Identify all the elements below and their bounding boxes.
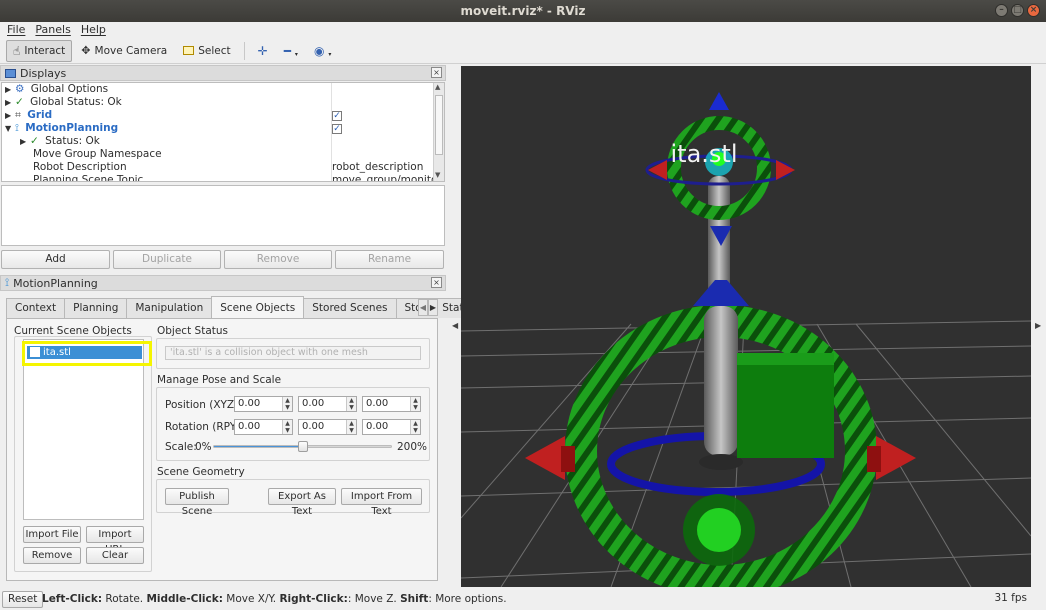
close-panel-icon[interactable]: × [431, 277, 442, 288]
close-panel-icon[interactable]: × [431, 67, 442, 78]
interaction-hint: Left-Click: Rotate. Middle-Click: Move X… [42, 593, 507, 605]
scene-geometry-label: Scene Geometry [157, 466, 245, 478]
status-bar: Reset Left-Click: Rotate. Middle-Click: … [0, 589, 1046, 610]
object-status-label: Object Status [157, 325, 228, 337]
interact-tool-button[interactable]: ☝ Interact [6, 39, 73, 62]
tree-row-global-status[interactable]: ▶ ✓ Global Status: Ok [2, 96, 434, 109]
import-url-button[interactable]: Import URL [86, 526, 144, 555]
tree-row-global-options[interactable]: ▶ ⚙ Global Options [2, 83, 434, 96]
scale-slider[interactable] [213, 441, 392, 452]
hand-pointer-icon: ☝ [13, 43, 21, 58]
tree-row-move-group-namespace[interactable]: Move Group Namespace [2, 148, 434, 161]
import-file-button[interactable]: Import File [23, 526, 81, 543]
scrollbar-thumb[interactable] [435, 95, 443, 155]
highlight-annotation [22, 341, 152, 366]
grid-icon: ⌗ [15, 109, 21, 121]
scene-objects-list: ita.stl [23, 339, 144, 520]
fps-counter: 31 fps [994, 592, 1027, 604]
tree-row-motion-planning[interactable]: ▼ ⟟ MotionPlanning ✓ [2, 122, 434, 135]
window-controls: – □ × [995, 4, 1040, 17]
scroll-up-icon[interactable]: ▲ [435, 83, 440, 91]
menu-help[interactable]: Help [81, 22, 106, 38]
scale-label: Scale: [165, 441, 197, 453]
menu-bar: File Panels Help [0, 22, 1046, 38]
tab-scroll-right-icon[interactable]: ▶ [428, 299, 438, 316]
eye-icon: ◉ [313, 43, 325, 58]
scale-max-label: 200% [397, 441, 428, 453]
tab-context[interactable]: Context [6, 298, 66, 318]
minimize-icon[interactable]: – [995, 4, 1008, 17]
rotation-roll-input[interactable]: 0.00 ▲ ▼ [234, 419, 293, 435]
collapse-right-icon[interactable]: ▶ [1035, 321, 1041, 330]
displays-tree: ▶ ⚙ Global Options ▶ ✓ Global Status: Ok ▶… [1, 82, 445, 182]
add-tool-button[interactable]: ✛ [251, 40, 275, 62]
tab-scroll-left-icon[interactable]: ◀ [418, 299, 428, 316]
window-title: moveit.rviz* - RViz [460, 4, 586, 18]
scale-slider-fill [214, 446, 303, 447]
scroll-down-icon[interactable]: ▼ [435, 171, 440, 179]
scale-min-label: 0% [195, 441, 212, 453]
gear-icon: ⚙ [15, 83, 25, 95]
menu-panels[interactable]: Panels [35, 22, 70, 38]
displays-panel-title: Displays × [0, 65, 446, 81]
collapse-left-icon[interactable]: ◀ [452, 321, 458, 330]
minus-icon: ━ [283, 43, 291, 58]
rotation-yaw-input[interactable]: 0.00 ▲ ▼ [362, 419, 421, 435]
position-z-input[interactable]: 0.00 ▲ ▼ [362, 396, 421, 412]
grid-enabled-checkbox[interactable]: ✓ [332, 111, 342, 121]
menu-file[interactable]: File [7, 22, 25, 38]
remove-display-button[interactable]: Remove [224, 250, 332, 269]
import-from-text-button[interactable]: Import From Text [341, 488, 422, 517]
plus-crosshair-icon: ✛ [257, 43, 268, 58]
select-tool-button[interactable]: Select [176, 40, 237, 62]
duplicate-display-button[interactable]: Duplicate [113, 250, 221, 269]
manage-pose-label: Manage Pose and Scale [157, 374, 282, 386]
tab-scene-objects[interactable]: Scene Objects [211, 296, 305, 318]
position-x-input[interactable]: 0.00 ▲ ▼ [234, 396, 293, 412]
position-label: Position (XYZ): [165, 399, 242, 411]
scene-object-label: ita.stl [671, 140, 738, 168]
move-camera-tool-button[interactable]: ✥ Move Camera [74, 40, 174, 62]
clear-objects-button[interactable]: Clear [86, 547, 144, 564]
scale-slider-handle[interactable] [298, 441, 308, 452]
tab-stored-scenes[interactable]: Stored Scenes [303, 298, 397, 318]
publish-scene-button[interactable]: Publish Scene [165, 488, 229, 517]
motion-planning-icon: ⟟ [5, 276, 10, 289]
close-icon[interactable]: × [1027, 4, 1040, 17]
checkmark-icon: ✓ [30, 135, 39, 147]
toolbar-separator [243, 41, 245, 60]
export-as-text-button[interactable]: Export As Text [268, 488, 336, 517]
monitor-icon [5, 68, 16, 78]
rotation-label: Rotation (RPY): [165, 421, 244, 433]
object-status-field: 'ita.stl' is a collision object with one… [165, 346, 421, 360]
checkmark-icon: ✓ [15, 96, 24, 108]
motion-planning-enabled-checkbox[interactable]: ✓ [332, 124, 342, 134]
maximize-icon[interactable]: □ [1011, 4, 1024, 17]
toolbar: ☝ Interact ✥ Move Camera Select ✛ ━ ▾ ◉ ▾ [0, 38, 1046, 64]
rename-display-button[interactable]: Rename [335, 250, 444, 269]
render-viewport[interactable]: ita.stl [461, 66, 1031, 587]
tree-row-planning-scene-topic[interactable]: Planning Scene Topic move_group/monitore [2, 174, 444, 181]
add-display-button[interactable]: Add [1, 250, 110, 269]
position-y-input[interactable]: 0.00 ▲ ▼ [298, 396, 357, 412]
tab-planning[interactable]: Planning [64, 298, 128, 318]
motion-planning-tabs: Context Planning Manipulation Scene Obje… [6, 296, 485, 318]
motion-planning-panel-title: ⟟ MotionPlanning × [0, 275, 446, 291]
tree-row-status-ok[interactable]: ▶ ✓ Status: Ok [2, 135, 434, 148]
view-tool-button[interactable]: ◉ ▾ [307, 40, 339, 62]
remove-tool-button[interactable]: ━ ▾ [277, 40, 305, 62]
move-camera-icon: ✥ [81, 44, 91, 57]
scene-render: ita.stl [461, 92, 1031, 587]
tree-row-grid[interactable]: ▶ ⌗ Grid ✓ [2, 109, 434, 122]
rotation-pitch-input[interactable]: 0.00 ▲ ▼ [298, 419, 357, 435]
select-box-icon [183, 46, 195, 55]
tab-manipulation[interactable]: Manipulation [126, 298, 213, 318]
reset-button[interactable]: Reset [2, 591, 44, 608]
tree-row-robot-description[interactable]: Robot Description robot_description [2, 161, 434, 174]
property-description-box [1, 185, 445, 246]
remove-object-button[interactable]: Remove [23, 547, 81, 564]
motion-planning-icon: ⟟ [15, 122, 19, 134]
tree-scrollbar[interactable]: ▲ ▼ [433, 83, 444, 181]
window-title-bar: moveit.rviz* - RViz – □ × [0, 0, 1046, 22]
